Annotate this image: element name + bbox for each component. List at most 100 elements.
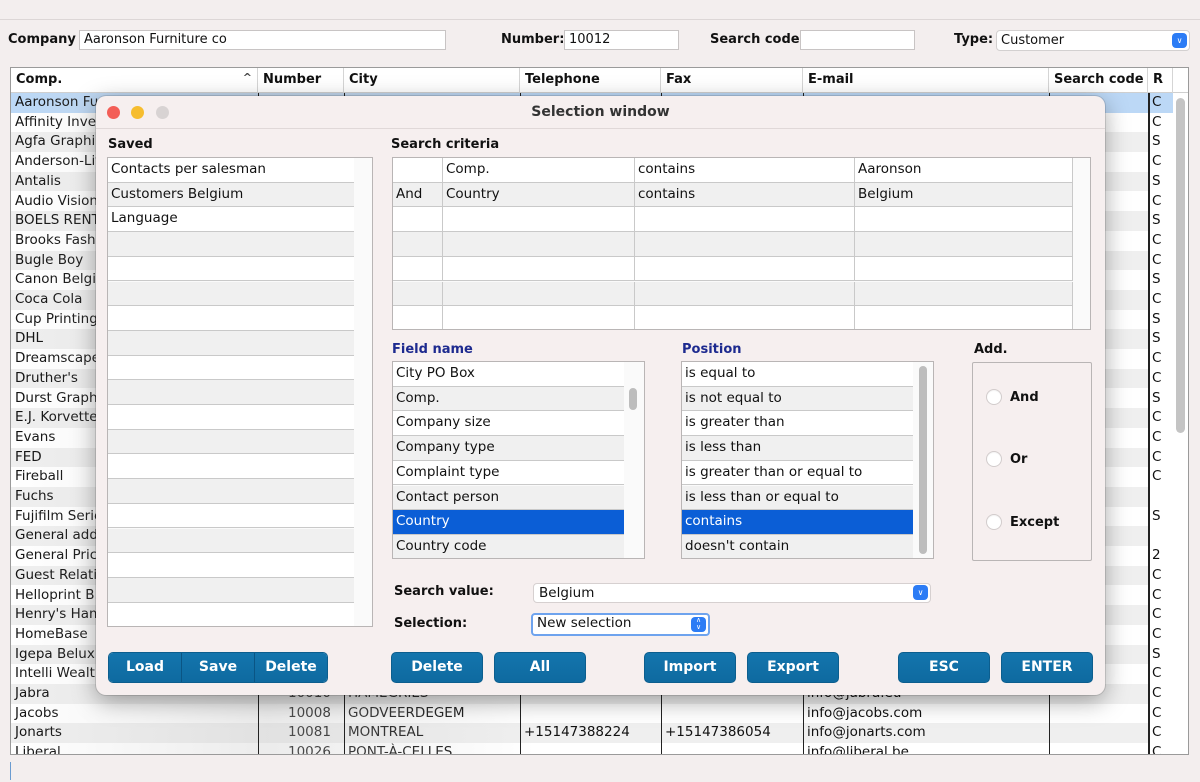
cell-fax bbox=[661, 704, 803, 724]
table-scrollbar[interactable] bbox=[1176, 98, 1185, 433]
cell-r: C bbox=[1148, 250, 1173, 271]
saved-list-item[interactable] bbox=[108, 429, 354, 455]
column-header-search-code[interactable]: Search code bbox=[1049, 68, 1148, 93]
field-name-scrollbar[interactable] bbox=[629, 388, 637, 410]
number-input[interactable]: 10012 bbox=[564, 30, 679, 50]
position-item[interactable]: is less than bbox=[682, 436, 913, 461]
export-button[interactable]: Export bbox=[747, 652, 839, 683]
enter-button[interactable]: ENTER bbox=[1001, 652, 1093, 683]
cell-r: 2 bbox=[1148, 546, 1173, 566]
title-bar[interactable]: Selection window bbox=[96, 96, 1105, 129]
saved-list-item[interactable] bbox=[108, 479, 354, 504]
cell-comp: Jacobs bbox=[15, 704, 59, 721]
position-item[interactable]: is not equal to bbox=[682, 386, 913, 412]
company-input[interactable]: Aaronson Furniture co bbox=[79, 30, 446, 50]
cell-r: C bbox=[1148, 230, 1173, 251]
field-name-item[interactable]: Country code bbox=[393, 534, 624, 558]
saved-list-item[interactable] bbox=[108, 577, 354, 603]
position-item[interactable]: doesn't contain bbox=[682, 534, 913, 558]
cell-r: C bbox=[1148, 191, 1173, 212]
criteria-row[interactable] bbox=[393, 256, 1073, 282]
radio-button[interactable] bbox=[986, 451, 1002, 467]
chevron-down-icon[interactable]: ∨ bbox=[913, 585, 928, 600]
type-label: Type: bbox=[954, 32, 994, 47]
criteria-cell-op bbox=[393, 158, 443, 182]
selection-select[interactable]: New selection ∧ ∨ bbox=[531, 613, 710, 636]
table-row[interactable]: Jacobs 10008 GODVEERDEGEM info@jacobs.com C bbox=[11, 703, 1173, 724]
field-name-item[interactable]: City PO Box bbox=[393, 362, 624, 387]
cell-r: C bbox=[1148, 427, 1173, 448]
field-name-item[interactable]: Comp. bbox=[393, 386, 624, 412]
field-name-item[interactable]: Contact person bbox=[393, 485, 624, 511]
radio-or[interactable]: Or bbox=[986, 451, 1027, 467]
radio-and[interactable]: And bbox=[986, 389, 1039, 405]
search-value-combo[interactable]: Belgium ∨ bbox=[533, 583, 931, 603]
criteria-row[interactable] bbox=[393, 281, 1073, 306]
saved-list-item[interactable]: Customers Belgium bbox=[108, 182, 354, 208]
position-item[interactable]: is less than or equal to bbox=[682, 485, 913, 511]
column-header-fax[interactable]: Fax bbox=[661, 68, 803, 93]
criteria-cell-cond bbox=[635, 232, 855, 256]
criteria-cell-value bbox=[855, 306, 1073, 329]
search-code-input[interactable] bbox=[800, 30, 915, 50]
position-item[interactable]: is equal to bbox=[682, 362, 913, 387]
add-operator-group: And Or Except bbox=[972, 362, 1092, 561]
type-select[interactable]: Customer ∨ bbox=[996, 30, 1190, 51]
field-name-item[interactable]: Complaint type bbox=[393, 460, 624, 486]
status-bar-cursor bbox=[10, 762, 11, 780]
cell-r: C bbox=[1148, 624, 1173, 645]
column-header-email[interactable]: E-mail bbox=[803, 68, 1049, 93]
delete-criteria-button[interactable]: Delete bbox=[391, 652, 483, 683]
criteria-row[interactable] bbox=[393, 207, 1073, 232]
radio-button[interactable] bbox=[986, 514, 1002, 530]
cell-r: C bbox=[1148, 565, 1173, 586]
saved-list-item[interactable] bbox=[108, 405, 354, 430]
criteria-row[interactable]: And Country contains Belgium bbox=[393, 182, 1073, 208]
delete-saved-button[interactable]: Delete bbox=[255, 653, 327, 682]
saved-list-item[interactable]: Language bbox=[108, 207, 354, 233]
import-button[interactable]: Import bbox=[644, 652, 736, 683]
saved-list-item[interactable] bbox=[108, 553, 354, 578]
saved-list-item[interactable] bbox=[108, 232, 354, 257]
column-header-comp[interactable]: Comp. ^ bbox=[11, 68, 258, 93]
criteria-cell-value bbox=[855, 281, 1073, 305]
saved-list-item[interactable] bbox=[108, 306, 354, 331]
saved-list-item[interactable] bbox=[108, 528, 354, 554]
position-item[interactable]: is greater than or equal to bbox=[682, 460, 913, 486]
criteria-row[interactable]: Comp. contains Aaronson bbox=[393, 158, 1073, 183]
criteria-row[interactable] bbox=[393, 306, 1073, 329]
cell-r: C bbox=[1148, 447, 1173, 468]
field-name-item[interactable]: Company size bbox=[393, 411, 624, 437]
column-header-number[interactable]: Number bbox=[258, 68, 344, 93]
saved-list-item[interactable] bbox=[108, 602, 354, 626]
radio-button[interactable] bbox=[986, 389, 1002, 405]
criteria-row[interactable] bbox=[393, 232, 1073, 257]
saved-list-item[interactable] bbox=[108, 503, 354, 529]
saved-list-item[interactable] bbox=[108, 454, 354, 480]
load-button[interactable]: Load bbox=[109, 653, 182, 682]
column-header-telephone[interactable]: Telephone bbox=[520, 68, 661, 93]
saved-list-item[interactable] bbox=[108, 380, 354, 405]
saved-list-item[interactable] bbox=[108, 281, 354, 307]
column-header-city[interactable]: City bbox=[344, 68, 520, 93]
esc-button[interactable]: ESC bbox=[898, 652, 990, 683]
field-name-item[interactable]: Company type bbox=[393, 436, 624, 461]
all-button[interactable]: All bbox=[494, 652, 586, 683]
position-item[interactable]: contains bbox=[682, 510, 913, 535]
cell-r: S bbox=[1148, 506, 1173, 527]
position-scrollbar[interactable] bbox=[919, 366, 927, 554]
saved-list-item[interactable]: Contacts per salesman bbox=[108, 158, 354, 183]
column-header-r[interactable]: R bbox=[1148, 68, 1173, 93]
save-button[interactable]: Save bbox=[182, 653, 255, 682]
cell-comp: Liberal bbox=[15, 744, 61, 755]
criteria-cell-cond bbox=[635, 306, 855, 329]
position-item[interactable]: is greater than bbox=[682, 411, 913, 437]
table-row[interactable]: Liberal 10026 PONT-À-CELLES info@liberal.be… bbox=[11, 743, 1173, 755]
table-row[interactable]: Jonarts 10081 MONTREAL +15147388224 +1514738… bbox=[11, 723, 1173, 744]
field-name-item[interactable]: Country bbox=[393, 510, 624, 535]
saved-list-item[interactable] bbox=[108, 330, 354, 356]
saved-list-item[interactable] bbox=[108, 355, 354, 381]
cell-r: C bbox=[1148, 585, 1173, 606]
saved-list-item[interactable] bbox=[108, 256, 354, 282]
radio-except[interactable]: Except bbox=[986, 514, 1059, 530]
